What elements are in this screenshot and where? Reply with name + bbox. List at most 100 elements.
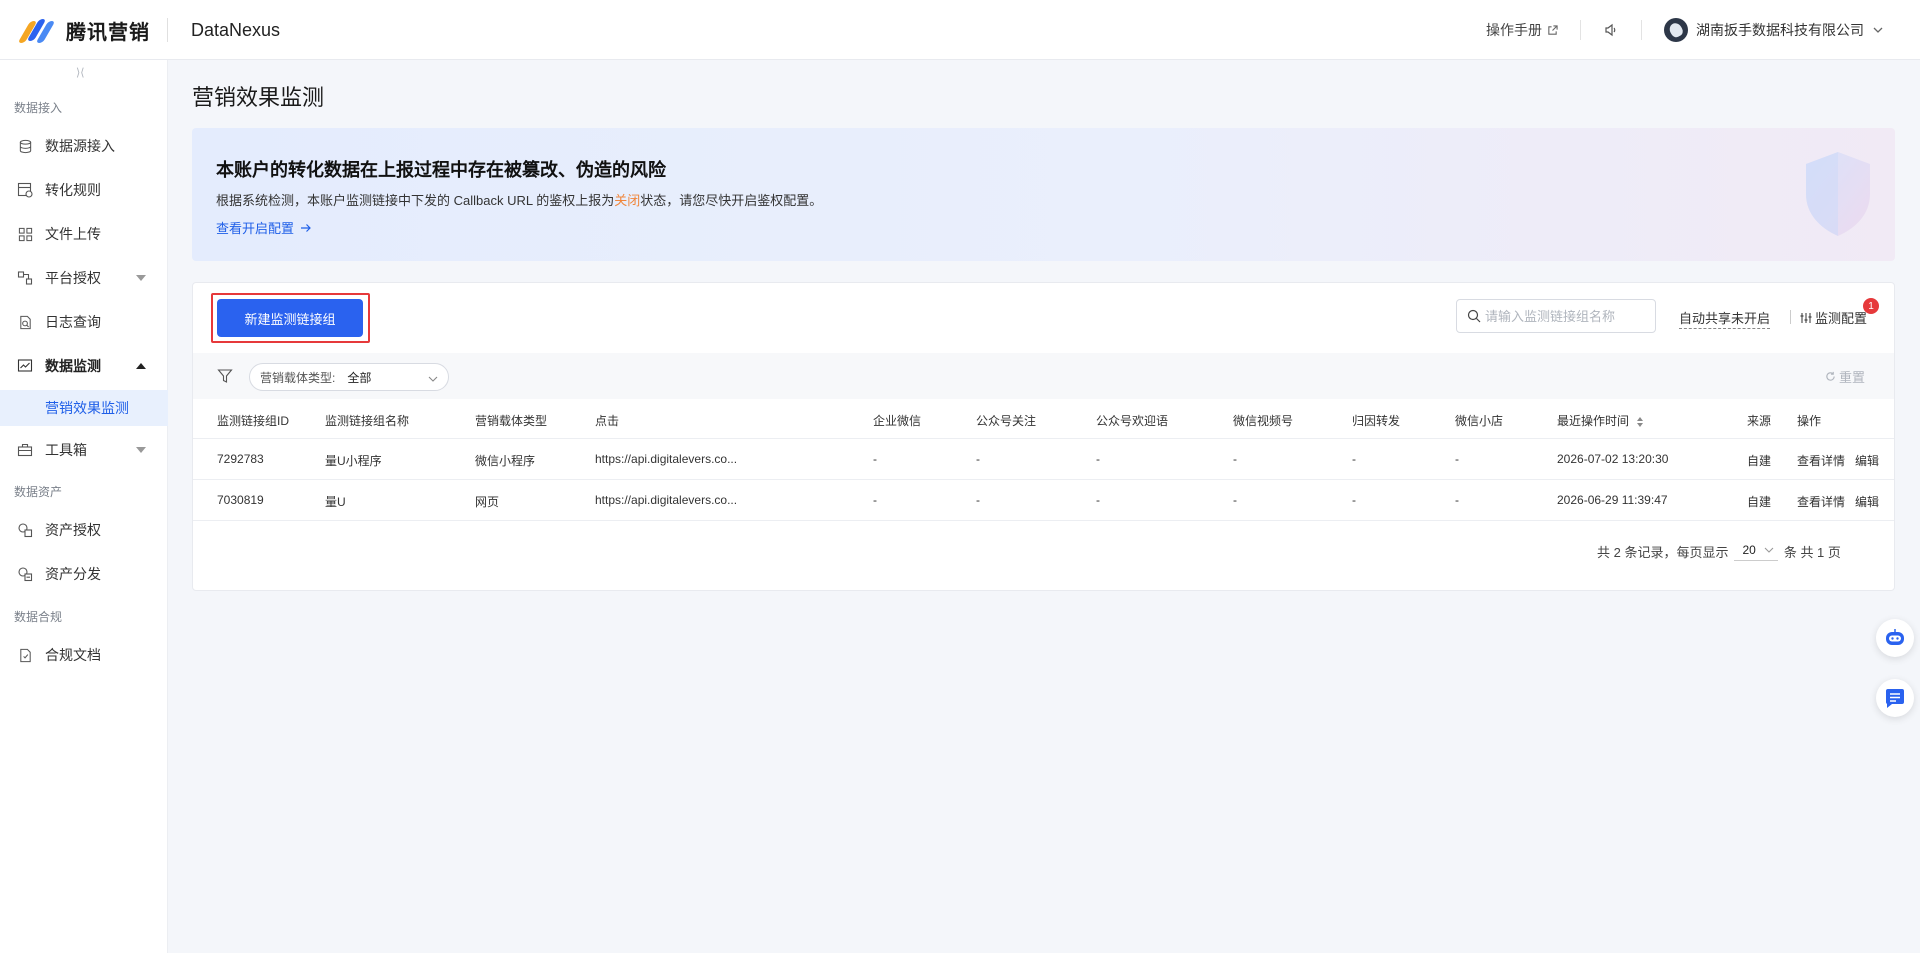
sidebar-item-label: 数据源接入 <box>45 138 115 154</box>
external-link-icon <box>1548 24 1558 35</box>
col-attribution: 归因转发 <box>1352 414 1401 428</box>
cell-attribution: - <box>1352 452 1356 466</box>
refresh-icon <box>1826 371 1835 381</box>
col-follow: 公众号关注 <box>976 414 1037 428</box>
shield-icon <box>1806 152 1870 236</box>
sidebar-item-asset-auth[interactable]: 资产授权 <box>0 510 168 550</box>
avatar <box>1664 18 1688 42</box>
feedback-button[interactable] <box>1876 679 1914 717</box>
edit-link[interactable]: 编辑 <box>1855 454 1879 468</box>
notification-badge: 1 <box>1863 298 1879 314</box>
cell-id: 7030819 <box>217 493 264 507</box>
rules-icon <box>17 182 33 198</box>
sidebar-item-label: 转化规则 <box>45 182 101 198</box>
product-name: DataNexus <box>191 20 281 40</box>
cell-click-url[interactable]: https://api.digitalevers.co... <box>595 452 737 466</box>
chevron-down-icon <box>428 376 438 382</box>
speaker-icon <box>1605 23 1616 37</box>
sidebar-item-platform[interactable]: 平台授权 <box>0 258 168 298</box>
auto-share-toggle[interactable]: 自动共享未开启 <box>1679 308 1771 329</box>
brand[interactable]: 腾讯营销 <box>16 14 150 46</box>
col-source: 来源 <box>1747 414 1772 428</box>
cell-welcome: - <box>1096 452 1100 466</box>
new-monitor-group-button[interactable]: 新建监测链接组 <box>217 299 363 337</box>
sort-icon <box>1637 416 1644 427</box>
sidebar-item-logs[interactable]: 日志查询 <box>0 302 168 342</box>
monitor-group-panel: 新建监测链接组 自动共享未开启 监测配置 1 营销载体类型: 全部 重置 监测链… <box>192 282 1895 591</box>
carrier-type-select[interactable]: 营销载体类型: 全部 <box>249 363 449 391</box>
sidebar-item-label: 合规文档 <box>45 647 101 663</box>
cell-carrier: 网页 <box>475 495 500 509</box>
pagination-pages: 条 共 1 页 <box>1783 545 1841 560</box>
cell-attribution: - <box>1352 493 1356 507</box>
table-row: 7030819 量U 网页 https://api.digitalevers.c… <box>193 480 1894 521</box>
col-carrier: 营销载体类型 <box>475 414 548 428</box>
cell-id: 7292783 <box>217 452 264 466</box>
sidebar-item-monitor[interactable]: 数据监测 <box>0 346 168 386</box>
cell-time: 2026-06-29 11:39:47 <box>1557 493 1668 507</box>
brand-logo-icon <box>16 17 56 43</box>
filter-value: 全部 <box>347 370 372 385</box>
collapse-sidebar-icon[interactable]: ⟩⟨ <box>76 66 85 79</box>
chevron-down-icon <box>1873 27 1883 33</box>
search-box[interactable] <box>1456 299 1656 333</box>
cell-click-url[interactable]: https://api.digitalevers.co... <box>595 493 737 507</box>
feedback-icon <box>1885 689 1904 708</box>
pagination: 共 2 条记录，每页显示 20 条 共 1 页 <box>1597 542 1841 561</box>
col-shop: 微信小店 <box>1455 414 1504 428</box>
cell-source: 自建 <box>1747 454 1772 468</box>
view-detail-link[interactable]: 查看详情 <box>1797 454 1845 468</box>
log-icon <box>17 314 33 330</box>
header-actions: 操作手册 湖南扳手数据科技有限公司 <box>1486 0 1920 60</box>
page-title: 营销效果监测 <box>192 85 325 110</box>
risk-banner: 本账户的转化数据在上报过程中存在被篡改、伪造的风险 根据系统检测，本账户监测链接… <box>192 128 1895 261</box>
sidebar-item-label: 日志查询 <box>45 314 101 330</box>
monitor-config-button[interactable]: 监测配置 <box>1800 308 1867 327</box>
announcement-button[interactable] <box>1603 22 1619 38</box>
cell-follow: - <box>976 452 980 466</box>
sidebar-item-upload[interactable]: 文件上传 <box>0 214 168 254</box>
col-time-label: 最近操作时间 <box>1557 414 1630 428</box>
banner-desc-suffix: 状态，请您尽快开启鉴权配置。 <box>640 193 823 208</box>
header-divider <box>1580 20 1581 40</box>
sidebar-item-label: 文件上传 <box>45 226 101 242</box>
sidebar-item-compliance-docs[interactable]: 合规文档 <box>0 635 168 675</box>
reset-button[interactable]: 重置 <box>1825 367 1865 386</box>
monitor-config-label: 监测配置 <box>1815 311 1868 326</box>
sidebar-item-label: 数据监测 <box>45 358 101 374</box>
cell-shop: - <box>1455 452 1459 466</box>
search-input[interactable] <box>1485 308 1645 324</box>
caret-up-icon <box>136 363 146 369</box>
group-title-assets: 数据资产 <box>14 485 63 499</box>
banner-description: 根据系统检测，本账户监测链接中下发的 Callback URL 的鉴权上报为关闭… <box>216 190 822 209</box>
filter-label: 营销载体类型: <box>260 370 336 385</box>
manual-link[interactable]: 操作手册 <box>1486 20 1558 40</box>
sidebar-item-rules[interactable]: 转化规则 <box>0 170 168 210</box>
col-time[interactable]: 最近操作时间 <box>1557 412 1644 429</box>
grid-icon <box>17 226 33 242</box>
view-config-link[interactable]: 查看开启配置 <box>216 218 312 237</box>
sidebar-item-marketing-monitor[interactable]: 营销效果监测 <box>0 390 168 426</box>
edit-link[interactable]: 编辑 <box>1855 495 1879 509</box>
sidebar-item-asset-dist[interactable]: 资产分发 <box>0 554 168 594</box>
sidebar-item-datasource[interactable]: 数据源接入 <box>0 126 168 166</box>
filter-icon[interactable] <box>217 368 233 384</box>
sidebar-item-tools[interactable]: 工具箱 <box>0 430 168 470</box>
account-switcher[interactable]: 湖南扳手数据科技有限公司 <box>1664 18 1884 42</box>
view-detail-link[interactable]: 查看详情 <box>1797 495 1845 509</box>
cell-carrier: 微信小程序 <box>475 454 536 468</box>
cell-shop: - <box>1455 493 1459 507</box>
cell-wecom: - <box>873 452 877 466</box>
group-title-access: 数据接入 <box>14 101 63 115</box>
sidebar-item-label: 资产授权 <box>45 522 101 538</box>
support-bot-button[interactable] <box>1876 619 1914 657</box>
cell-source: 自建 <box>1747 495 1772 509</box>
view-config-label: 查看开启配置 <box>216 221 295 236</box>
page-size-select[interactable]: 20 <box>1734 543 1778 561</box>
cell-channels: - <box>1233 493 1237 507</box>
table-header: 监测链接组ID 监测链接组名称 营销载体类型 点击 企业微信 公众号关注 公众号… <box>193 399 1894 439</box>
col-wecom: 企业微信 <box>873 414 922 428</box>
top-bar: 腾讯营销 DataNexus 操作手册 湖南扳手数据科技有限公司 <box>0 0 1920 60</box>
banner-desc-prefix: 根据系统检测，本账户监测链接中下发的 Callback URL 的鉴权上报为 <box>216 193 615 208</box>
cell-name: 量U <box>325 495 346 509</box>
